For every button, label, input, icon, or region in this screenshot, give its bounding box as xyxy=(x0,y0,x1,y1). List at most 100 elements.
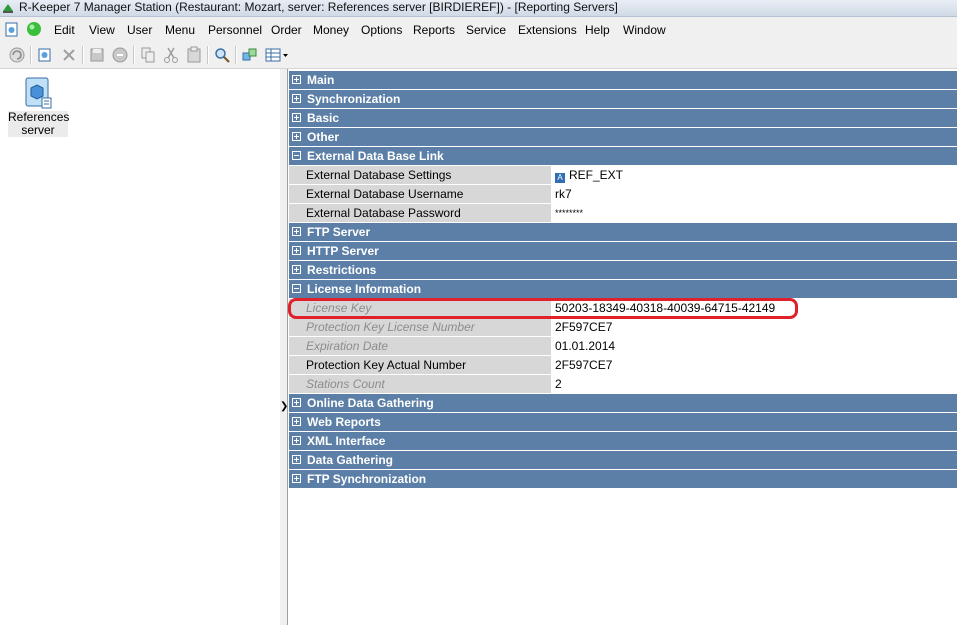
expand-plus-icon[interactable] xyxy=(292,75,301,84)
group-basic[interactable]: Basic xyxy=(289,109,957,128)
grid-view-icon[interactable] xyxy=(264,46,290,64)
group-label: FTP Server xyxy=(307,225,371,239)
property-row-protection-key-license[interactable]: Protection Key License Number 2F597CE7 xyxy=(289,318,957,337)
expand-plus-icon[interactable] xyxy=(292,417,301,426)
property-value[interactable]: rk7 xyxy=(551,185,957,203)
app-logo-icon xyxy=(3,4,13,13)
menu-edit[interactable]: Edit xyxy=(54,22,75,38)
toolbar-separator xyxy=(82,46,84,64)
expand-plus-icon[interactable] xyxy=(292,474,301,483)
menu-service[interactable]: Service xyxy=(466,22,506,38)
expand-plus-icon[interactable] xyxy=(292,455,301,464)
pane-splitter[interactable]: ❯ xyxy=(280,69,288,625)
property-value[interactable]: 2 xyxy=(551,375,957,393)
group-other[interactable]: Other xyxy=(289,128,957,147)
group-label: Other xyxy=(307,130,340,144)
property-value[interactable]: 50203-18349-40318-40039-64715-42149 xyxy=(551,299,957,317)
menu-money[interactable]: Money xyxy=(313,22,349,38)
document-icon[interactable] xyxy=(3,21,20,38)
status-green-icon xyxy=(27,22,41,36)
group-data-gathering[interactable]: Data Gathering xyxy=(289,451,957,470)
property-value[interactable]: 2F597CE7 xyxy=(551,318,957,336)
property-value[interactable]: 01.01.2014 xyxy=(551,337,957,355)
expand-plus-icon[interactable] xyxy=(292,227,301,236)
delete-icon[interactable] xyxy=(60,46,78,64)
group-http-server[interactable]: HTTP Server xyxy=(289,242,957,261)
window-title: R-Keeper 7 Manager Station (Restaurant: … xyxy=(19,0,618,14)
group-main[interactable]: Main xyxy=(289,71,957,90)
group-label: FTP Synchronization xyxy=(307,472,427,486)
save-icon[interactable] xyxy=(88,46,106,64)
cut-icon[interactable] xyxy=(162,46,180,64)
expand-plus-icon[interactable] xyxy=(292,398,301,407)
menu-order[interactable]: Order xyxy=(271,22,302,38)
property-value[interactable]: ******** xyxy=(551,204,957,222)
property-name: Protection Key License Number xyxy=(289,318,551,336)
property-name: Expiration Date xyxy=(289,337,551,355)
expand-plus-icon[interactable] xyxy=(292,246,301,255)
menu-reports[interactable]: Reports xyxy=(413,22,455,38)
expand-plus-icon[interactable] xyxy=(292,265,301,274)
property-row-stations-count[interactable]: Stations Count 2 xyxy=(289,375,957,394)
refresh-icon[interactable] xyxy=(8,46,26,64)
collapse-minus-icon[interactable] xyxy=(292,284,301,293)
property-row-external-db-password[interactable]: External Database Password ******** xyxy=(289,204,957,223)
menu-extensions[interactable]: Extensions xyxy=(518,22,577,38)
new-object-icon[interactable] xyxy=(36,46,54,64)
paste-icon[interactable] xyxy=(185,46,203,64)
expand-plus-icon[interactable] xyxy=(292,436,301,445)
group-xml-interface[interactable]: XML Interface xyxy=(289,432,957,451)
tree-item-label: References server xyxy=(8,110,70,137)
server-icon xyxy=(25,77,52,109)
group-restrictions[interactable]: Restrictions xyxy=(289,261,957,280)
expand-plus-icon[interactable] xyxy=(292,113,301,122)
property-name: External Database Settings xyxy=(289,166,551,184)
group-label: Synchronization xyxy=(307,92,401,106)
menu-menu[interactable]: Menu xyxy=(165,22,195,38)
toolbar xyxy=(0,42,957,69)
group-ftp-server[interactable]: FTP Server xyxy=(289,223,957,242)
group-external-db-link[interactable]: External Data Base Link xyxy=(289,147,957,166)
menu-options[interactable]: Options xyxy=(361,22,402,38)
group-label: Online Data Gathering xyxy=(307,396,434,410)
property-row-protection-key-actual[interactable]: Protection Key Actual Number 2F597CE7 xyxy=(289,356,957,375)
menu-view[interactable]: View xyxy=(89,22,115,38)
group-web-reports[interactable]: Web Reports xyxy=(289,413,957,432)
toolbar-separator xyxy=(207,46,209,64)
expand-plus-icon[interactable] xyxy=(292,132,301,141)
property-grid: Main Synchronization Basic Other Externa… xyxy=(288,69,957,625)
property-row-external-db-username[interactable]: External Database Username rk7 xyxy=(289,185,957,204)
cancel-icon[interactable] xyxy=(111,46,129,64)
navigation-pane: References server xyxy=(0,69,281,625)
group-ftp-synchronization[interactable]: FTP Synchronization xyxy=(289,470,957,489)
group-label: Basic xyxy=(307,111,340,125)
link-icon[interactable] xyxy=(241,46,259,64)
property-row-license-key[interactable]: License Key 50203-18349-40318-40039-6471… xyxy=(289,299,957,318)
expand-plus-icon[interactable] xyxy=(292,94,301,103)
menu-user[interactable]: User xyxy=(127,22,152,38)
property-value[interactable]: A REF_EXT xyxy=(551,166,957,184)
tree-item-references-server[interactable]: References server xyxy=(8,74,70,137)
toolbar-separator xyxy=(30,46,32,64)
group-label: External Data Base Link xyxy=(307,149,444,163)
collapse-minus-icon[interactable] xyxy=(292,151,301,160)
chevron-right-icon[interactable]: ❯ xyxy=(280,399,288,415)
property-name: External Database Password xyxy=(289,204,551,222)
copy-icon[interactable] xyxy=(139,46,157,64)
group-label: License Information xyxy=(307,282,422,296)
property-value[interactable]: 2F597CE7 xyxy=(551,356,957,374)
group-label: HTTP Server xyxy=(307,244,379,258)
group-online-data-gathering[interactable]: Online Data Gathering xyxy=(289,394,957,413)
menu-help[interactable]: Help xyxy=(585,22,610,38)
group-license-information[interactable]: License Information xyxy=(289,280,957,299)
menu-window[interactable]: Window xyxy=(623,22,666,38)
toolbar-separator xyxy=(235,46,237,64)
property-name: Protection Key Actual Number xyxy=(289,356,551,374)
property-row-external-db-settings[interactable]: External Database Settings A REF_EXT xyxy=(289,166,957,185)
search-icon[interactable] xyxy=(213,46,231,64)
property-row-expiration-date[interactable]: Expiration Date 01.01.2014 xyxy=(289,337,957,356)
menu-personnel[interactable]: Personnel xyxy=(208,22,262,38)
group-synchronization[interactable]: Synchronization xyxy=(289,90,957,109)
property-name: Stations Count xyxy=(289,375,551,393)
title-bar: R-Keeper 7 Manager Station (Restaurant: … xyxy=(0,0,957,17)
